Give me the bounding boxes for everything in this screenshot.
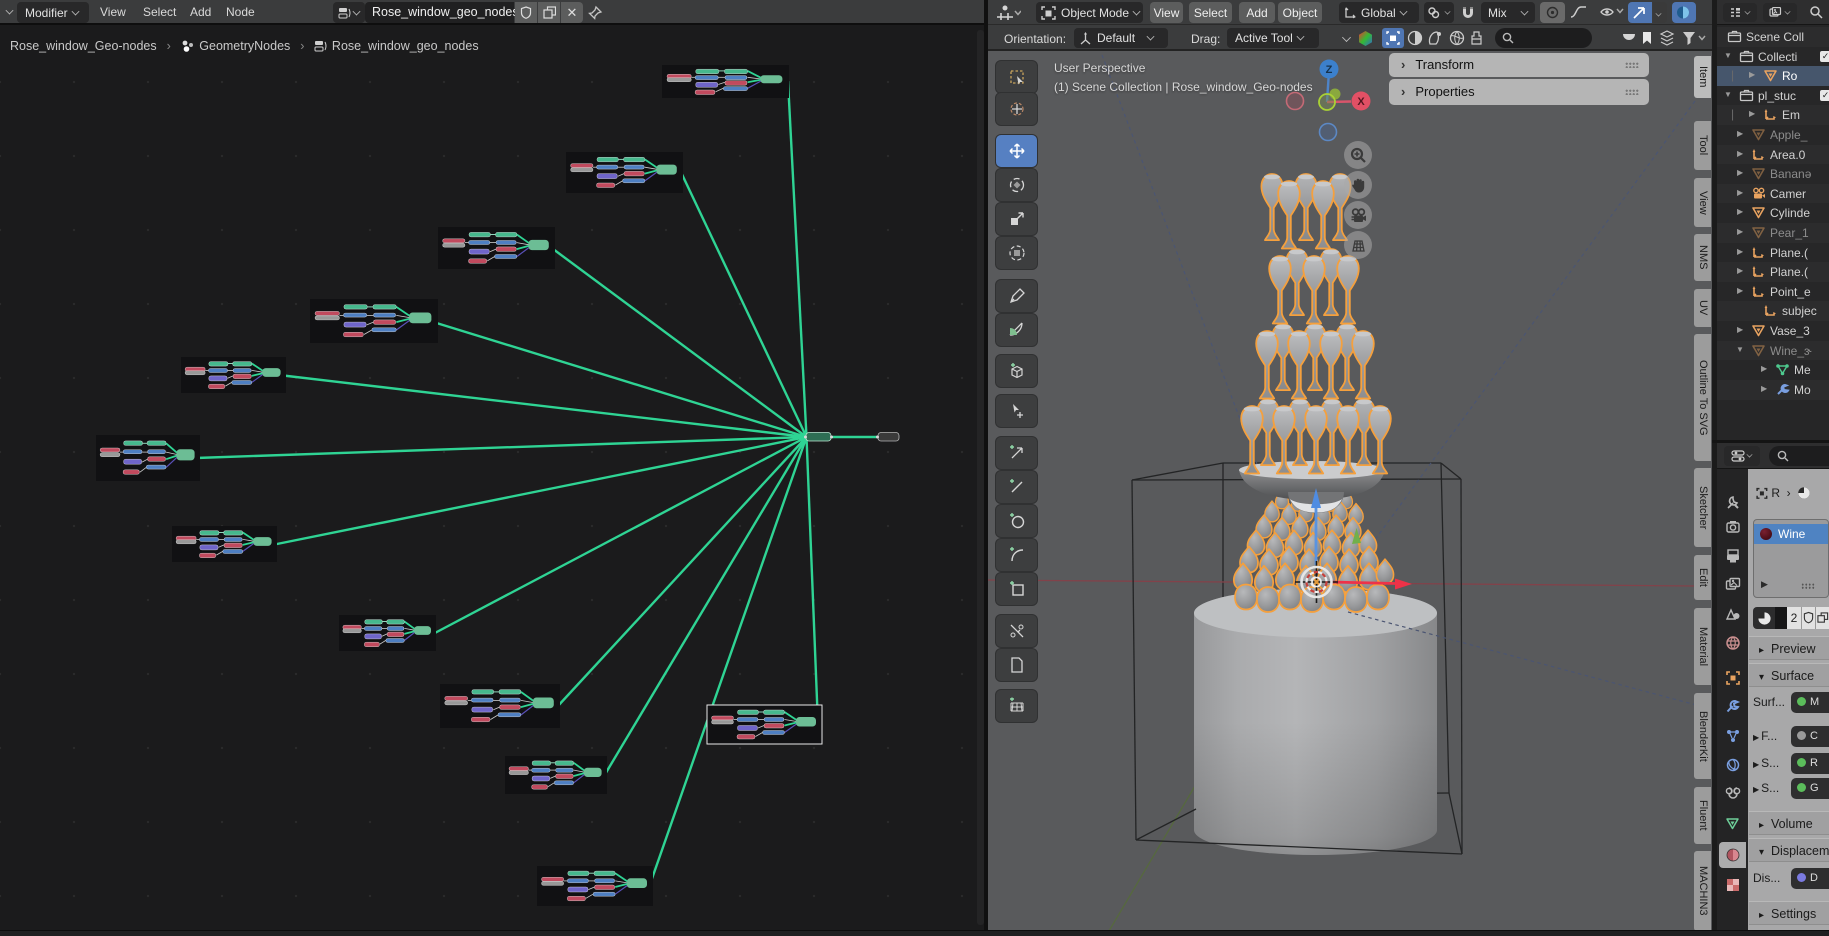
svg-text:Z: Z xyxy=(1326,64,1333,76)
svg-text:X: X xyxy=(1357,96,1365,108)
